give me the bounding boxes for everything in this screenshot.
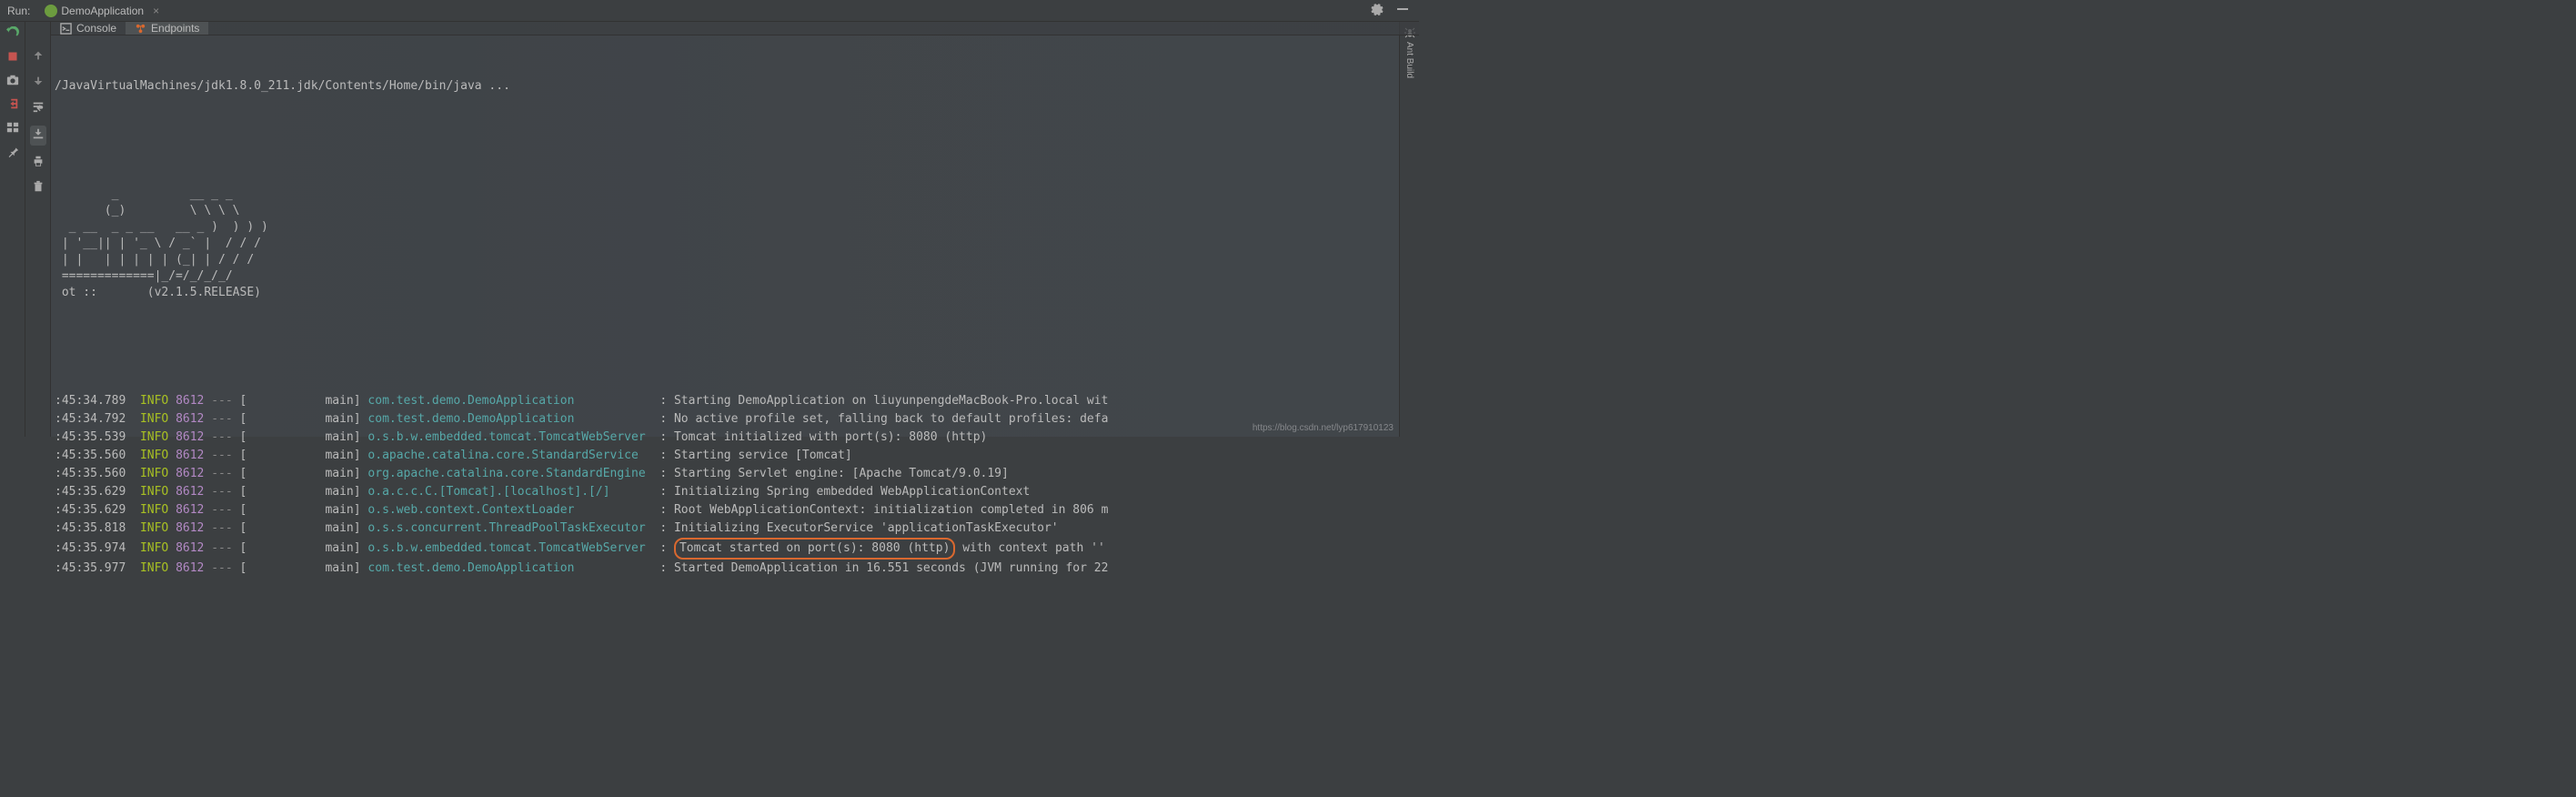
camera-icon[interactable] xyxy=(5,73,20,87)
blank-line xyxy=(55,132,1419,150)
log-line: :45:35.560 INFO 8612 --- [ main] org.apa… xyxy=(55,465,1419,483)
blank-line xyxy=(55,338,1419,356)
down-icon[interactable] xyxy=(32,75,45,91)
command-line: /JavaVirtualMachines/jdk1.8.0_211.jdk/Co… xyxy=(55,77,1419,96)
pin-icon[interactable] xyxy=(5,144,20,158)
log-line: :45:35.539 INFO 8612 --- [ main] o.s.b.w… xyxy=(55,429,1419,447)
log-line: :45:34.789 INFO 8612 --- [ main] com.tes… xyxy=(55,392,1419,410)
exit-icon[interactable] xyxy=(5,96,20,111)
scroll-to-end-icon[interactable] xyxy=(30,126,46,146)
stop-icon[interactable] xyxy=(5,49,20,64)
layout-icon[interactable] xyxy=(5,120,20,135)
log-line: :45:34.792 INFO 8612 --- [ main] com.tes… xyxy=(55,410,1419,429)
soft-wrap-icon[interactable] xyxy=(32,100,45,116)
log-line: :45:35.818 INFO 8612 --- [ main] o.s.s.c… xyxy=(55,520,1419,538)
run-config-name: DemoApplication xyxy=(61,5,144,17)
ascii-art: _ __ _ _ (_) \ \ \ \ _ __ _ _ __ __ _ ) … xyxy=(55,187,1419,301)
console-output[interactable]: /JavaVirtualMachines/jdk1.8.0_211.jdk/Co… xyxy=(51,35,1419,614)
run-config-tab[interactable]: DemoApplication × xyxy=(37,3,166,19)
tab-console[interactable]: Console xyxy=(51,22,126,35)
trash-icon[interactable] xyxy=(32,180,45,197)
log-line: :45:35.560 INFO 8612 --- [ main] o.apach… xyxy=(55,447,1419,465)
log-line: :45:35.629 INFO 8612 --- [ main] o.s.web… xyxy=(55,501,1419,520)
spring-boot-icon xyxy=(45,5,57,17)
minimize-icon[interactable] xyxy=(1395,2,1410,20)
log-line: :45:35.629 INFO 8612 --- [ main] o.a.c.c… xyxy=(55,483,1419,501)
log-lines: :45:34.789 INFO 8612 --- [ main] com.tes… xyxy=(55,392,1419,578)
run-header: Run: DemoApplication × xyxy=(0,0,1419,22)
run-label: Run: xyxy=(7,5,30,17)
rerun-icon[interactable] xyxy=(5,25,20,40)
close-icon[interactable]: × xyxy=(153,5,159,17)
main-area: Console Endpoints /JavaVirtualMachines/j… xyxy=(0,22,1419,437)
left-toolbar xyxy=(0,22,25,437)
tabs-row: Console Endpoints xyxy=(51,22,1419,35)
endpoints-tab-icon xyxy=(135,23,146,35)
log-line: :45:35.977 INFO 8612 --- [ main] com.tes… xyxy=(55,560,1419,578)
print-icon[interactable] xyxy=(32,155,45,171)
watermark: https://blog.csdn.net/lyp617910123 xyxy=(1253,423,1394,433)
content-area: Console Endpoints /JavaVirtualMachines/j… xyxy=(51,22,1419,437)
tab-endpoints[interactable]: Endpoints xyxy=(126,22,208,35)
gear-icon[interactable] xyxy=(1370,2,1384,20)
header-actions xyxy=(1370,2,1419,20)
tab-console-label: Console xyxy=(76,22,116,35)
second-toolbar xyxy=(25,22,51,437)
console-tab-icon xyxy=(60,23,72,35)
tab-endpoints-label: Endpoints xyxy=(151,22,199,35)
up-icon[interactable] xyxy=(32,49,45,66)
log-line: :45:35.974 INFO 8612 --- [ main] o.s.b.w… xyxy=(55,538,1419,560)
